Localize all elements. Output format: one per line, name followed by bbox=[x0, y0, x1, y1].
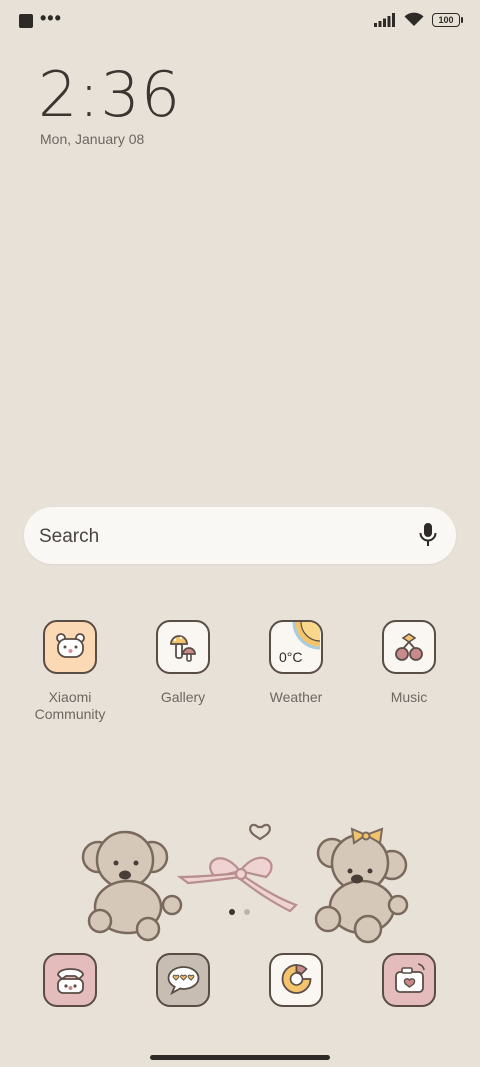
cherry-icon[interactable] bbox=[382, 620, 436, 674]
app-gallery[interactable]: Gallery bbox=[128, 620, 238, 706]
dock-phone[interactable] bbox=[15, 953, 125, 1007]
wallpaper-puppies-illustration bbox=[81, 823, 409, 944]
search-placeholder: Search bbox=[39, 526, 100, 547]
notification-square-icon bbox=[19, 14, 33, 28]
status-icons: 100 bbox=[374, 12, 463, 27]
clock-date: Mon, January 08 bbox=[40, 131, 145, 147]
mushroom-icon[interactable] bbox=[156, 620, 210, 674]
app-label: Xiaomi Community bbox=[34, 689, 106, 722]
app-weather[interactable]: 0°C Weather bbox=[241, 620, 351, 706]
signal-icon bbox=[374, 12, 395, 27]
app-label: Gallery bbox=[160, 689, 206, 705]
weather-temp: 0°C bbox=[279, 649, 303, 665]
dock-camera[interactable] bbox=[354, 953, 464, 1007]
app-music[interactable]: Music bbox=[354, 620, 464, 706]
camera-icon[interactable] bbox=[382, 953, 436, 1007]
status-bar: ••• 100 bbox=[0, 0, 480, 40]
message-icon[interactable] bbox=[156, 953, 210, 1007]
dock-messages[interactable] bbox=[128, 953, 238, 1007]
app-label: Weather bbox=[269, 689, 323, 705]
clock-time: 2:36 bbox=[38, 58, 182, 131]
app-xiaomi-community[interactable]: Xiaomi Community bbox=[15, 620, 125, 723]
app-label: Music bbox=[390, 689, 428, 705]
phone-icon[interactable] bbox=[43, 953, 97, 1007]
more-dots-icon: ••• bbox=[40, 8, 62, 28]
page-indicator bbox=[229, 909, 250, 915]
mic-icon[interactable] bbox=[418, 522, 438, 548]
page-dot bbox=[244, 909, 250, 915]
wifi-icon bbox=[404, 12, 424, 26]
sun-icon[interactable]: 0°C bbox=[269, 620, 323, 674]
battery-icon: 100 bbox=[432, 12, 463, 27]
search-bar[interactable]: Search bbox=[24, 507, 456, 564]
bear-icon[interactable] bbox=[43, 620, 97, 674]
page-dot-active bbox=[229, 909, 235, 915]
browser-icon[interactable] bbox=[269, 953, 323, 1007]
home-indicator[interactable] bbox=[150, 1055, 330, 1060]
dock-browser[interactable] bbox=[241, 953, 351, 1007]
